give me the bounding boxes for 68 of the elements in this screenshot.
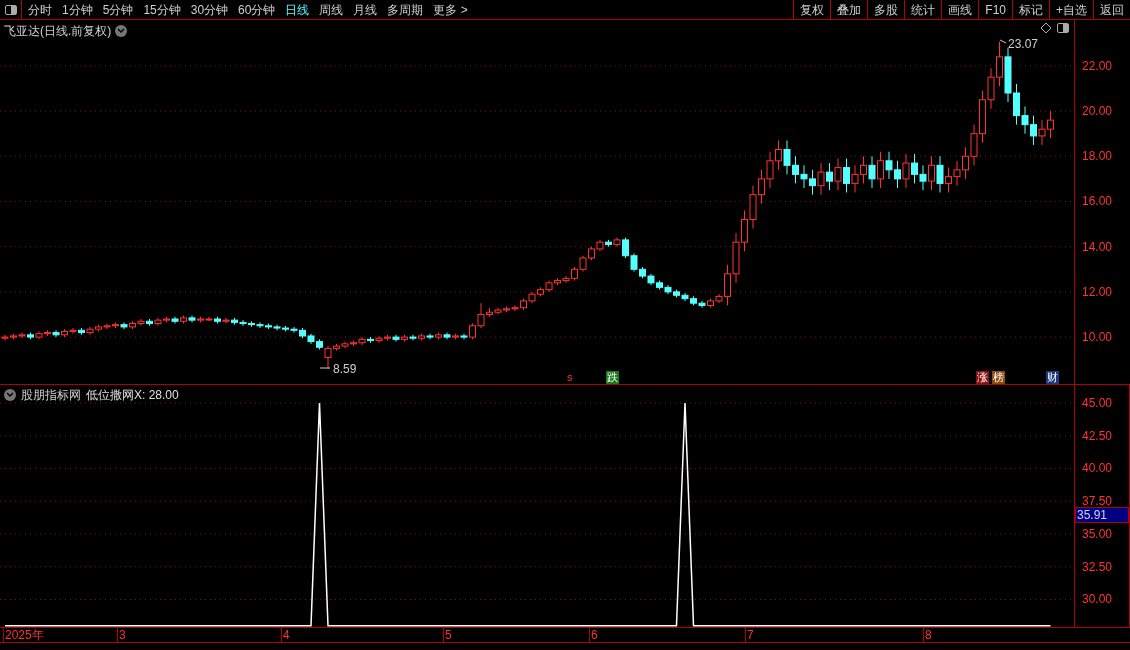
toolbar-button[interactable]: 返回 [1093, 0, 1130, 19]
cursor-value-label: 35.91 [1075, 507, 1129, 523]
indicator-axis-label: 32.50 [1082, 559, 1113, 574]
event-marker[interactable]: 财 [1046, 371, 1059, 384]
indicator-name: 股朋指标网 [21, 387, 81, 404]
leader-line [999, 39, 1007, 44]
period-tab[interactable]: 周线 [319, 0, 344, 19]
toolbar-button[interactable]: 标记 [1012, 0, 1049, 19]
period-tab[interactable]: 更多 > [433, 0, 468, 19]
period-tab[interactable]: 多周期 [387, 0, 424, 19]
chevron-down-icon[interactable] [4, 389, 16, 401]
indicator-axis-label: 45.00 [1082, 396, 1113, 410]
chevron-down-icon[interactable] [115, 25, 128, 37]
candlestick [928, 155, 935, 191]
price-axis-label: 22.00 [1082, 58, 1113, 73]
date-axis-label: 2025年 [3, 628, 44, 642]
price-axis-label: 18.00 [1082, 149, 1113, 164]
toolbar-button[interactable]: F10 [978, 0, 1012, 19]
indicator-axis-label: 42.50 [1082, 428, 1113, 443]
period-tab[interactable]: 1分钟 [62, 0, 93, 19]
candlestick [222, 317, 230, 325]
toolbar-button[interactable]: 多股 [867, 0, 905, 19]
indicator-axis-label: 37.50 [1082, 494, 1113, 509]
period-tab[interactable]: 5分钟 [102, 0, 134, 19]
candlestick [877, 151, 884, 189]
period-tab[interactable]: 分时 [28, 0, 52, 19]
indicator-axis-label: 30.00 [1082, 592, 1113, 607]
indicator-axis-label: 35.00 [1082, 527, 1113, 541]
high-price-label: 23.07 [1008, 36, 1039, 53]
price-axis-label: 12.00 [1082, 284, 1113, 299]
candlestick [843, 158, 850, 193]
leader-line [319, 367, 331, 369]
indicator-reading: 低位撒网X: 28.00 [86, 387, 179, 404]
toolbar-button[interactable]: 叠加 [830, 0, 868, 19]
date-axis-label: 7 [745, 628, 754, 642]
candlestick [834, 158, 842, 191]
period-tab[interactable]: 日线 [285, 0, 310, 19]
date-axis-label: 4 [281, 628, 290, 642]
low-price-label: 8.59 [333, 361, 357, 378]
candlestick [826, 162, 833, 191]
indicator-axis-label: 40.00 [1082, 461, 1113, 476]
toolbar-button[interactable]: 统计 [904, 0, 942, 19]
event-marker[interactable]: 涨 [976, 371, 989, 384]
period-tab[interactable]: 15分钟 [143, 0, 181, 19]
toolbar-button[interactable]: 画线 [941, 0, 979, 19]
date-axis-label: 6 [589, 628, 598, 642]
period-tab[interactable]: 月线 [353, 0, 378, 19]
candlestick [902, 153, 910, 189]
event-marker[interactable]: 跌 [606, 371, 619, 384]
price-axis-label: 20.00 [1082, 104, 1113, 119]
date-axis-label: 3 [117, 628, 126, 642]
candlestick [936, 155, 944, 193]
event-marker[interactable]: 榜 [992, 371, 1005, 384]
panel-toggle-icon[interactable] [1057, 23, 1069, 33]
price-axis-label: 16.00 [1082, 194, 1113, 209]
candlestick [52, 329, 60, 338]
toolbar-button[interactable]: +自选 [1049, 0, 1093, 19]
chart-title: 飞亚达(日线.前复权) [4, 23, 112, 40]
toolbar-button[interactable]: 复权 [793, 0, 831, 19]
price-axis-label: 14.00 [1082, 239, 1113, 254]
date-axis-label: 5 [443, 628, 452, 642]
candlestick [868, 155, 876, 189]
date-axis-label: 8 [923, 628, 932, 642]
period-tab[interactable]: 30分钟 [190, 0, 229, 19]
price-axis-label: 10.00 [1082, 330, 1113, 345]
candlestick [817, 162, 825, 196]
period-tab[interactable]: 60分钟 [238, 0, 276, 19]
diamond-icon[interactable] [1041, 23, 1051, 33]
